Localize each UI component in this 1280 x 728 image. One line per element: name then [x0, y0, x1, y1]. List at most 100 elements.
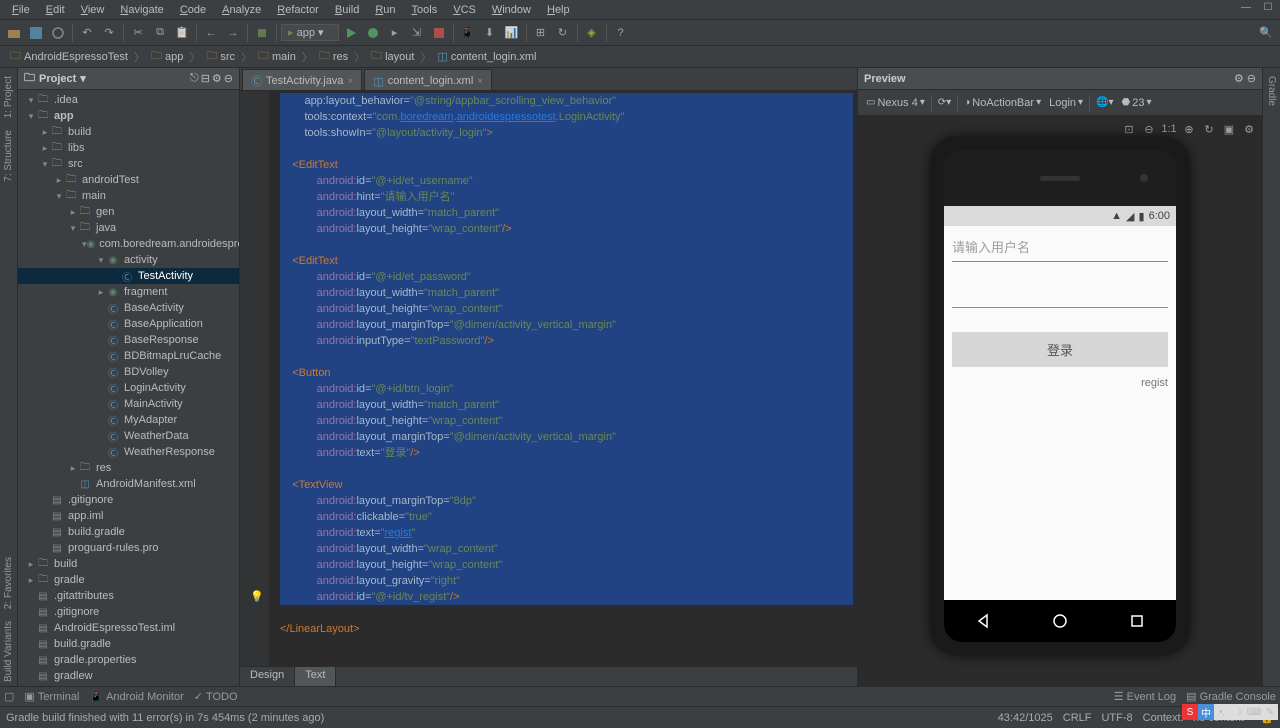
- android-icon[interactable]: ◈: [582, 23, 602, 43]
- menu-refactor[interactable]: Refactor: [269, 2, 327, 17]
- gradle-console-tab[interactable]: ▤ Gradle Console: [1186, 690, 1276, 703]
- ddms-icon[interactable]: 📊: [502, 23, 522, 43]
- login-button[interactable]: 登录: [952, 332, 1168, 367]
- tree-item[interactable]: ◫AndroidManifest.xml: [18, 476, 239, 492]
- sdk-icon[interactable]: ⬇: [480, 23, 500, 43]
- tree-item[interactable]: ⒸBDBitmapLruCache: [18, 348, 239, 364]
- open-icon[interactable]: [4, 23, 24, 43]
- tree-item[interactable]: ⒸTestActivity: [18, 268, 239, 284]
- hide-icon[interactable]: ⊖: [1247, 72, 1256, 85]
- tree-item[interactable]: ▾🗀main: [18, 188, 239, 204]
- locale-icon[interactable]: 🌐▾: [1092, 95, 1117, 110]
- tree-item[interactable]: ▤.gitignore: [18, 492, 239, 508]
- autoscroll-icon[interactable]: ⎋: [190, 72, 199, 85]
- tree-item[interactable]: ⒸMyAdapter: [18, 412, 239, 428]
- win-maximize[interactable]: ☐: [1258, 0, 1278, 14]
- ime-s-icon[interactable]: S: [1182, 704, 1198, 720]
- breadcrumb-item[interactable]: 🗀AndroidEspressoTest: [6, 46, 132, 67]
- settings-icon[interactable]: ⚙: [1240, 120, 1258, 138]
- make-icon[interactable]: [252, 23, 272, 43]
- menu-navigate[interactable]: Navigate: [112, 2, 171, 17]
- sync-icon[interactable]: [48, 23, 68, 43]
- save-icon[interactable]: [26, 23, 46, 43]
- device-select[interactable]: ▭ Nexus 4▾: [862, 95, 929, 111]
- tree-item[interactable]: ⒸBaseActivity: [18, 300, 239, 316]
- password-field[interactable]: [952, 280, 1168, 308]
- menu-edit[interactable]: Edit: [38, 2, 73, 17]
- tree-item[interactable]: ▾🗀java: [18, 220, 239, 236]
- api-select[interactable]: ⬣23▾: [1118, 95, 1156, 111]
- menu-view[interactable]: View: [73, 2, 113, 17]
- tree-item[interactable]: ▸🗀androidTest: [18, 172, 239, 188]
- breadcrumb-item[interactable]: 🗀src: [202, 46, 239, 67]
- run2-icon[interactable]: ▸: [385, 23, 405, 43]
- terminal-tab[interactable]: ▣ Terminal: [24, 690, 79, 703]
- tree-item[interactable]: ▤AndroidEspressoTest.iml: [18, 620, 239, 636]
- tab-gradle[interactable]: Gradle: [1266, 72, 1277, 110]
- tree-item[interactable]: ▸🗀libs: [18, 140, 239, 156]
- ime-kbd-icon[interactable]: ⌨: [1246, 704, 1262, 720]
- crop-icon[interactable]: ▣: [1220, 120, 1238, 138]
- tree-item[interactable]: ▸🗀gradle: [18, 572, 239, 588]
- tree-item[interactable]: ▤.gitattributes: [18, 588, 239, 604]
- zoom-in-icon[interactable]: ⊕: [1180, 120, 1198, 138]
- sync-gradle-icon[interactable]: ↻: [553, 23, 573, 43]
- tree-item[interactable]: ▾🗀.idea: [18, 92, 239, 108]
- tab-build-variants[interactable]: Build Variants: [3, 617, 14, 686]
- code-editor[interactable]: app:layout_behavior="@string/appbar_scro…: [270, 91, 857, 666]
- avd-icon[interactable]: 📱: [458, 23, 478, 43]
- redo-icon[interactable]: ↷: [99, 23, 119, 43]
- toolwindow-toggle-icon[interactable]: ▢: [4, 690, 14, 703]
- tree-item[interactable]: ▤app.iml: [18, 508, 239, 524]
- copy-icon[interactable]: ⧉: [150, 23, 170, 43]
- run-icon[interactable]: [341, 23, 361, 43]
- theme-select[interactable]: ◑NoActionBar▾: [960, 95, 1045, 111]
- menu-file[interactable]: File: [4, 2, 38, 17]
- tree-item[interactable]: ▤proguard-rules.pro: [18, 540, 239, 556]
- bulb-icon[interactable]: 💡: [250, 589, 264, 605]
- event-log-tab[interactable]: ☰ Event Log: [1114, 690, 1176, 703]
- tree-item[interactable]: ▾◉activity: [18, 252, 239, 268]
- gear-icon[interactable]: ⚙: [212, 72, 222, 85]
- undo-icon[interactable]: ↶: [77, 23, 97, 43]
- help-icon[interactable]: ?: [611, 23, 631, 43]
- tree-item[interactable]: ▾🗀src: [18, 156, 239, 172]
- orientation-icon[interactable]: ⟳▾: [934, 95, 955, 110]
- tree-item[interactable]: ▸◉fragment: [18, 284, 239, 300]
- tab-favorites[interactable]: 2: Favorites: [3, 553, 14, 613]
- debug-icon[interactable]: [363, 23, 383, 43]
- breadcrumb-item[interactable]: ◫content_login.xml: [433, 49, 540, 64]
- refresh-icon[interactable]: ↻: [1200, 120, 1218, 138]
- tree-item[interactable]: ▸🗀build: [18, 556, 239, 572]
- ime-cfg-icon[interactable]: ✎: [1262, 704, 1278, 720]
- tree-item[interactable]: ⒸBDVolley: [18, 364, 239, 380]
- line-separator[interactable]: CRLF: [1063, 712, 1092, 724]
- run-config-select[interactable]: ▸ app ▾: [281, 24, 339, 41]
- back-icon[interactable]: [972, 610, 994, 632]
- tree-item[interactable]: ▾◉com.boredream.androidespressc: [18, 236, 239, 252]
- activity-select[interactable]: Login▾: [1045, 95, 1087, 111]
- tree-item[interactable]: ⒸBaseApplication: [18, 316, 239, 332]
- tree-item[interactable]: ▤build.gradle: [18, 524, 239, 540]
- tree-item[interactable]: ▤gradlew: [18, 668, 239, 684]
- paste-icon[interactable]: 📋: [172, 23, 192, 43]
- tree-item[interactable]: ▸🗀build: [18, 124, 239, 140]
- close-icon[interactable]: ×: [347, 76, 353, 87]
- tree-item[interactable]: ▸🗀res: [18, 460, 239, 476]
- close-icon[interactable]: ×: [477, 76, 483, 87]
- project-tree[interactable]: ▾🗀.idea▾🗀app▸🗀build▸🗀libs▾🗀src▸🗀androidT…: [18, 90, 239, 686]
- menu-help[interactable]: Help: [539, 2, 578, 17]
- search-icon[interactable]: 🔍: [1256, 23, 1276, 43]
- todo-tab[interactable]: ✓ TODO: [194, 690, 238, 703]
- breadcrumb-item[interactable]: 🗀main: [254, 46, 300, 67]
- tree-item[interactable]: ▸🗀gen: [18, 204, 239, 220]
- forward-icon[interactable]: →: [223, 23, 243, 43]
- encoding[interactable]: UTF-8: [1101, 712, 1132, 724]
- structure-icon[interactable]: ⊞: [531, 23, 551, 43]
- tree-item[interactable]: ⒸLoginActivity: [18, 380, 239, 396]
- regist-link[interactable]: regist: [952, 377, 1168, 389]
- tree-item[interactable]: ⒸBaseResponse: [18, 332, 239, 348]
- editor-tab[interactable]: ◫content_login.xml×: [364, 69, 492, 90]
- stop-icon[interactable]: [429, 23, 449, 43]
- tree-item[interactable]: ▾🗀app: [18, 108, 239, 124]
